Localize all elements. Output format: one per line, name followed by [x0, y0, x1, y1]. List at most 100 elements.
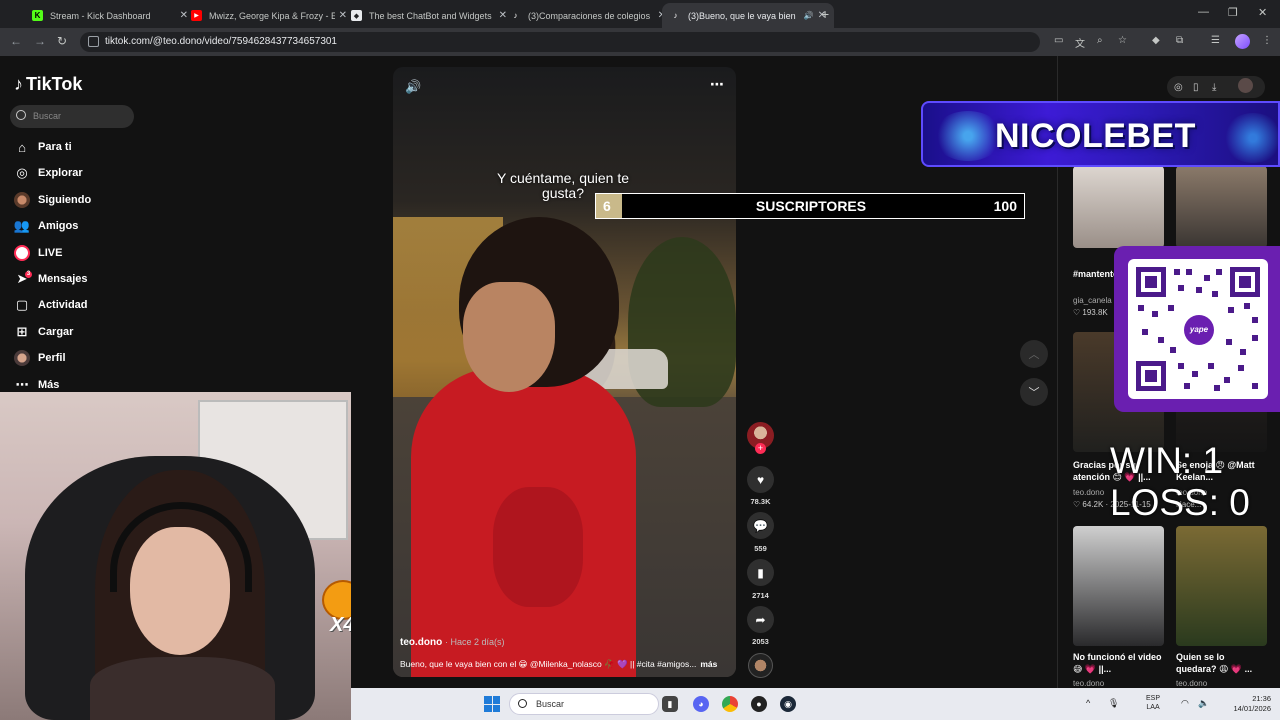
minimize-button[interactable]: — — [1198, 6, 1209, 18]
thumbnail-user[interactable]: teo.dono — [1176, 679, 1207, 688]
language-indicator[interactable]: ESP LAA — [1146, 694, 1160, 712]
sidebar-item-para-ti[interactable]: ⌂ Para ti — [14, 137, 72, 157]
wifi-icon[interactable]: ◠ — [1181, 698, 1189, 709]
video-thumbnail[interactable] — [1073, 526, 1164, 646]
chevron-down-icon: ﹀ — [1028, 387, 1040, 399]
like-button[interactable]: ♥ — [747, 466, 774, 493]
close-window-button[interactable]: ✕ — [1258, 6, 1267, 19]
new-tab-button[interactable]: + — [821, 6, 829, 22]
more-link[interactable]: más — [700, 659, 717, 669]
taskbar-search-placeholder: Buscar — [536, 699, 565, 709]
url-text[interactable]: tiktok.com/@teo.dono/video/7594628437734… — [105, 36, 337, 47]
tab-search-icon[interactable]: ☰ — [1211, 35, 1220, 46]
video-thumbnail[interactable] — [1176, 166, 1267, 248]
sidebar-item-label: Perfil — [38, 352, 66, 364]
sidebar-item-label: Actividad — [38, 299, 88, 311]
sidebar-item-mensajes[interactable]: ➤ 3 Mensajes — [14, 269, 88, 289]
sidebar-item-label: Explorar — [38, 167, 83, 179]
forward-button[interactable]: → — [34, 34, 46, 48]
next-video-button[interactable]: ﹀ — [1020, 378, 1048, 406]
download-icon[interactable]: ⤓ — [1212, 82, 1216, 93]
extensions-puzzle-icon[interactable]: ⧉ — [1176, 35, 1183, 46]
browser-toolbar: ← → ↻ tiktok.com/@teo.dono/video/7594628… — [0, 28, 1280, 56]
menu-kebab-icon[interactable]: ⋮ — [1262, 35, 1272, 46]
thumbnail-user[interactable]: teo.dono — [1073, 488, 1104, 497]
sidebar-item-label: Más — [38, 379, 60, 391]
like-count: 78.3K — [750, 497, 771, 506]
mic-icon[interactable]: 🎙 — [1108, 698, 1119, 709]
tab-youtube[interactable]: ▶ Mwizz, George Kipa & Frozy - E ✕ — [183, 3, 355, 28]
discord-icon[interactable]: ◕ — [693, 696, 709, 712]
user-avatar[interactable] — [1238, 78, 1253, 93]
sidebar-item-live[interactable]: LIVE — [14, 243, 62, 263]
address-bar[interactable]: tiktok.com/@teo.dono/video/7594628437734… — [80, 32, 1040, 52]
search-placeholder: Buscar — [33, 111, 62, 121]
sidebar-item-cargar[interactable]: ⊞ Cargar — [14, 322, 74, 342]
translate-icon[interactable]: 文 — [1075, 35, 1085, 50]
profile-avatar-icon[interactable] — [1235, 34, 1250, 49]
bookmark-star-icon[interactable]: ☆ — [1118, 35, 1127, 46]
music-disc-icon[interactable] — [748, 653, 773, 678]
yape-logo: yape — [1184, 315, 1214, 345]
thumbnail-caption[interactable]: No funcionó el video 😅 💗 ||... — [1073, 651, 1163, 675]
tiktok-icon: ♪ — [673, 11, 678, 20]
device-icon[interactable]: ▯ — [1193, 82, 1199, 93]
follow-plus-icon[interactable]: + — [755, 443, 766, 454]
live-icon — [14, 245, 30, 261]
speaker-icon[interactable]: 🔊 — [804, 11, 814, 20]
reload-button[interactable]: ↻ — [57, 34, 67, 48]
tab-label: (3)Bueno, que le vaya bien — [688, 10, 796, 21]
sidebar-item-actividad[interactable]: ▢ Actividad — [14, 295, 88, 315]
share-button[interactable]: ➦ — [747, 606, 774, 633]
site-info-icon[interactable] — [88, 36, 99, 47]
video-player[interactable]: Y cuéntame, quien te gusta? 🔊 ⋯ teo.dono… — [393, 67, 736, 677]
extension-icon[interactable]: ◆ — [1152, 35, 1160, 46]
tab-streamelements[interactable]: ◆ The best ChatBot and Widgets ✕ — [343, 3, 515, 28]
video-author[interactable]: teo.dono · Hace 2 día(s) — [400, 637, 505, 648]
profile-avatar-icon — [14, 350, 30, 366]
maximize-button[interactable]: ❐ — [1228, 6, 1238, 19]
volume-icon[interactable]: 🔊 — [405, 79, 421, 95]
messages-icon: ➤ 3 — [16, 271, 32, 286]
steam-icon[interactable]: ◉ — [780, 696, 796, 712]
author-name[interactable]: teo.dono — [400, 637, 442, 648]
windows-taskbar: Buscar ▮ ◕ ● ◉ ^ 🎙 ESP LAA ◠ 🔈 21:36 14/… — [351, 688, 1280, 720]
previous-video-button[interactable]: ︿ — [1020, 340, 1048, 368]
obs-icon[interactable]: ● — [751, 696, 767, 712]
sidebar-item-label: Siguiendo — [38, 194, 92, 206]
search-input[interactable]: Buscar — [10, 105, 134, 128]
thumbnail-user[interactable]: teo.dono — [1073, 679, 1104, 688]
logo-text: TikTok — [26, 74, 83, 94]
volume-icon[interactable]: 🔈 — [1198, 698, 1209, 709]
tiktok-logo[interactable]: ♪ TikTok — [14, 74, 82, 95]
taskbar-clock[interactable]: 21:36 14/01/2026 — [1219, 694, 1271, 714]
comment-count: 559 — [754, 544, 767, 553]
tray-chevron-icon[interactable]: ^ — [1086, 698, 1090, 708]
video-thumbnail[interactable] — [1176, 526, 1267, 646]
more-options-icon[interactable]: ⋯ — [710, 76, 724, 93]
streamer-webcam: X4 — [0, 392, 351, 720]
qr-code: yape — [1128, 259, 1268, 399]
tiktok-icon: ♪ — [14, 74, 23, 94]
zoom-icon[interactable]: ⌕ — [1097, 35, 1103, 46]
thumbnail-user[interactable]: gia_canela — [1073, 296, 1112, 305]
windows-start-icon[interactable] — [484, 696, 500, 712]
thumbnail-caption[interactable]: Quien se lo quedara? 😩 💗 ... — [1176, 651, 1266, 675]
chrome-icon[interactable] — [722, 696, 738, 712]
taskbar-search-input[interactable]: Buscar — [509, 693, 659, 715]
sidebar-item-perfil[interactable]: Perfil — [14, 348, 66, 368]
sidebar-item-explorar[interactable]: ◎ Explorar — [14, 163, 83, 183]
video-thumbnail[interactable] — [1073, 166, 1164, 248]
subscriber-label: SUSCRIPTORES — [755, 198, 867, 214]
comment-button[interactable]: 💬 — [747, 512, 774, 539]
back-button[interactable]: ← — [10, 34, 22, 48]
cast-icon[interactable]: ▭ — [1054, 35, 1063, 46]
tab-kick-dashboard[interactable]: K Stream - Kick Dashboard ✕ — [24, 3, 196, 28]
save-button[interactable]: ▮ — [747, 559, 774, 586]
tab-tiktok-comparaciones[interactable]: ♪ (3)Comparaciones de colegios ✕ — [502, 3, 674, 28]
compass-icon[interactable]: ◎ — [1174, 82, 1183, 93]
sidebar-item-siguiendo[interactable]: Siguiendo — [14, 190, 91, 210]
tab-tiktok-active[interactable]: ♪ (3)Bueno, que le vaya bien 🔊 ✕ — [662, 3, 834, 28]
task-view-icon[interactable]: ▮ — [662, 696, 678, 712]
sidebar-item-amigos[interactable]: 👥 Amigos — [14, 216, 78, 236]
